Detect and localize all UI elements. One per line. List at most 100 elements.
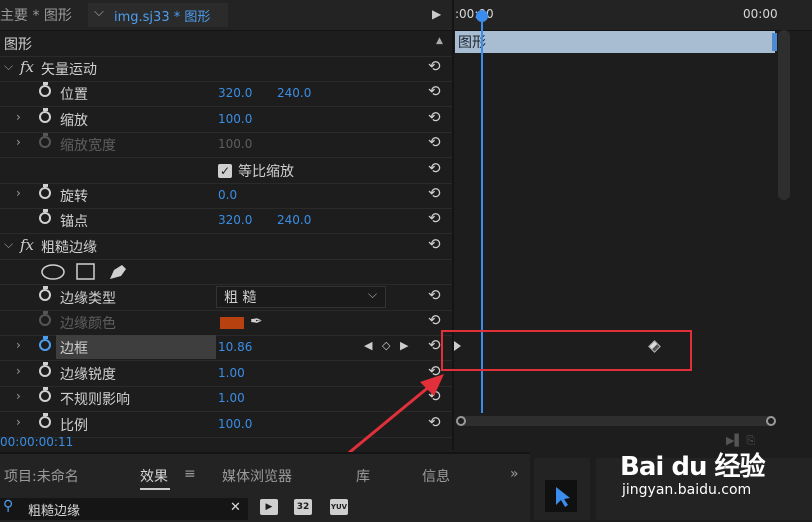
panel-tab[interactable]: 媒体浏览器 xyxy=(222,466,292,486)
rectangle-mask-icon[interactable] xyxy=(76,263,95,280)
next-keyframe-icon[interactable]: ▶ xyxy=(400,339,408,352)
yuv-effects-icon[interactable]: YUV xyxy=(330,499,348,515)
tab-menu-icon[interactable]: ≡ xyxy=(184,466,196,482)
property-value[interactable]: 10.86 xyxy=(218,340,252,354)
reset-icon[interactable]: ⟲ xyxy=(428,311,441,329)
fx-icon[interactable]: fx xyxy=(20,236,34,254)
property-value[interactable]: 100.0 xyxy=(218,417,252,431)
reset-icon[interactable]: ⟲ xyxy=(428,184,441,202)
horizontal-scrollbar[interactable] xyxy=(456,416,776,426)
property-value[interactable]: 240.0 xyxy=(277,213,311,227)
play-icon[interactable]: ▶ xyxy=(432,7,441,21)
add-keyframe-icon[interactable]: ◇ xyxy=(382,339,390,352)
panel-tab[interactable]: 项目:未命名 xyxy=(4,466,79,486)
expand-chevron-icon[interactable]: ⌵ xyxy=(4,59,13,74)
active-tab-underline xyxy=(140,488,170,490)
stopwatch-icon[interactable] xyxy=(39,362,51,377)
overflow-tabs-icon[interactable]: » xyxy=(510,466,519,482)
prev-keyframe-icon[interactable]: ◀ xyxy=(364,339,372,352)
fx-icon[interactable]: fx xyxy=(20,58,34,76)
expand-chevron-icon[interactable]: › xyxy=(16,110,21,124)
reset-icon[interactable]: ⟲ xyxy=(428,235,441,253)
stopwatch-icon[interactable] xyxy=(39,336,51,351)
property-row: 位置 320.0 240.0 ⟲ xyxy=(0,81,452,107)
stopwatch-icon[interactable] xyxy=(39,108,51,123)
property-value[interactable]: 0.0 xyxy=(218,188,237,202)
checkbox-label: 等比缩放 xyxy=(238,164,294,180)
reset-icon[interactable]: ⟲ xyxy=(428,286,441,304)
expand-chevron-icon[interactable]: ⌵ xyxy=(4,237,13,252)
vertical-scrollbar[interactable] xyxy=(778,30,790,200)
ellipse-mask-icon[interactable] xyxy=(41,264,65,280)
reset-icon[interactable]: ⟲ xyxy=(428,108,441,126)
32bit-effects-icon[interactable]: 32 xyxy=(294,499,312,515)
reset-icon[interactable]: ⟲ xyxy=(428,336,441,354)
expand-chevron-icon[interactable]: › xyxy=(16,389,21,403)
stopwatch-icon[interactable] xyxy=(39,133,51,148)
expand-chevron-icon[interactable]: › xyxy=(16,415,21,429)
property-value[interactable]: 240.0 xyxy=(277,86,311,100)
panel-tab[interactable]: 效果 xyxy=(140,466,168,486)
property-label: 边缘颜色 xyxy=(60,316,116,332)
uniform-scale-checkbox[interactable]: ✓ xyxy=(218,164,232,178)
property-value[interactable]: 320.0 xyxy=(218,86,252,100)
reset-icon[interactable]: ⟲ xyxy=(428,82,441,100)
reset-icon[interactable]: ⟲ xyxy=(428,413,441,431)
property-row: › 旋转 0.0 ⟲ xyxy=(0,183,452,209)
property-row: ⌵ fx 粗糙边缘 ⟲ xyxy=(0,234,452,260)
expand-chevron-icon[interactable]: › xyxy=(16,364,21,378)
reset-icon[interactable]: ⟲ xyxy=(428,362,441,380)
reset-icon[interactable]: ⟲ xyxy=(428,387,441,405)
stopwatch-icon[interactable] xyxy=(39,387,51,402)
property-row: ⌵ fx 矢量运动 ⟲ xyxy=(0,56,452,82)
reset-icon[interactable]: ⟲ xyxy=(428,57,441,75)
chevron-down-icon[interactable]: ⌵ xyxy=(94,5,104,20)
section-title: 图形 xyxy=(4,37,32,53)
property-label: 锚点 xyxy=(60,214,88,230)
expand-chevron-icon[interactable]: › xyxy=(16,135,21,149)
property-label: 旋转 xyxy=(60,189,88,205)
master-clip-tab[interactable]: 主要 * 图形 xyxy=(0,5,72,25)
stopwatch-icon[interactable] xyxy=(39,82,51,97)
panel-tab[interactable]: 信息 xyxy=(422,466,450,486)
hscroll-left-handle[interactable] xyxy=(456,416,466,426)
playhead-handle[interactable] xyxy=(476,10,488,22)
panel-tab[interactable]: 库 xyxy=(356,466,370,486)
selection-tool-button[interactable] xyxy=(545,480,577,512)
stopwatch-icon[interactable] xyxy=(39,413,51,428)
property-value[interactable]: 100.0 xyxy=(218,112,252,126)
clip-end-handle[interactable] xyxy=(772,33,777,51)
accelerated-effects-icon[interactable]: ▶ xyxy=(260,499,278,515)
chevron-down-icon[interactable]: ⌵ xyxy=(368,287,377,302)
property-value[interactable]: 1.00 xyxy=(218,391,245,405)
property-value[interactable]: 1.00 xyxy=(218,366,245,380)
property-value[interactable]: 100.0 xyxy=(218,137,252,151)
stopwatch-icon[interactable] xyxy=(39,184,51,199)
pen-mask-icon[interactable] xyxy=(110,265,126,279)
property-value[interactable]: 320.0 xyxy=(218,213,252,227)
clear-search-icon[interactable]: ✕ xyxy=(230,500,241,515)
ruler-end-time: 00:00 xyxy=(743,7,778,21)
annotation-highlight-box xyxy=(441,330,692,371)
hscroll-right-handle[interactable] xyxy=(766,416,776,426)
search-value[interactable]: 粗糙边缘 xyxy=(28,500,80,519)
stopwatch-icon[interactable] xyxy=(39,209,51,224)
reset-icon[interactable]: ⟲ xyxy=(428,209,441,227)
property-row xyxy=(0,259,452,285)
timeline-clip-bar[interactable] xyxy=(455,31,775,53)
panel-divider[interactable] xyxy=(452,0,454,450)
reset-icon[interactable]: ⟲ xyxy=(428,133,441,151)
clip-tab-label[interactable]: img.sj33 * 图形 xyxy=(114,6,210,25)
property-label: 缩放 xyxy=(60,113,88,129)
color-swatch[interactable] xyxy=(220,317,244,329)
property-row: › 边框 10.86 ◀ ◇ ▶ ⟲ xyxy=(0,335,452,361)
expand-chevron-icon[interactable]: › xyxy=(16,186,21,200)
current-timecode[interactable]: 00:00:00:11 xyxy=(0,435,73,449)
stopwatch-icon[interactable] xyxy=(39,286,51,301)
expand-chevron-icon[interactable]: › xyxy=(16,338,21,352)
selection-arrow-icon xyxy=(556,487,570,507)
scroll-up-icon[interactable]: ▲ xyxy=(436,36,443,46)
eyedropper-icon[interactable]: ✒ xyxy=(250,312,263,330)
reset-icon[interactable]: ⟲ xyxy=(428,159,441,177)
stopwatch-icon[interactable] xyxy=(39,311,51,326)
